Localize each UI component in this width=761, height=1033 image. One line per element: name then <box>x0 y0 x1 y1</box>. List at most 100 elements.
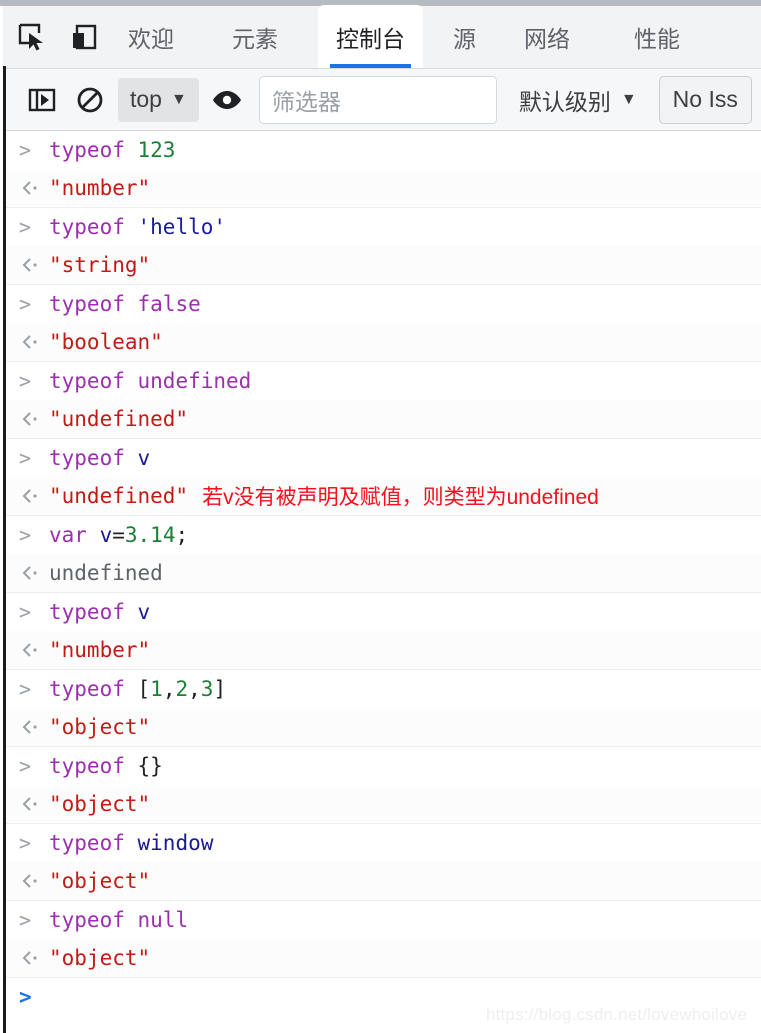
console-command-row[interactable]: > typeof undefined <box>6 362 761 400</box>
result-arrow-icon <box>19 409 49 429</box>
execution-context-value: top <box>130 86 162 112</box>
console-result-row: "undefined" <box>6 400 761 438</box>
console-result-value: "number" <box>49 176 151 200</box>
prompt-caret-icon: > <box>19 677 32 701</box>
console-result-row: undefined <box>6 554 761 592</box>
console-result-value: undefined <box>49 561 163 585</box>
console-command-text: typeof null <box>49 908 189 932</box>
tab-welcome[interactable]: 欢迎 <box>110 5 192 68</box>
console-result-value: "object" <box>49 715 151 739</box>
tab-label: 网络 <box>524 25 570 52</box>
log-level-label: 默认级别 <box>518 88 611 115</box>
tab-label: 性能 <box>634 25 680 52</box>
watermark: https://blog.csdn.net/lovewhoilove <box>485 1005 747 1024</box>
prompt-caret-icon: > <box>19 908 32 932</box>
console-command-text: typeof v <box>49 600 151 624</box>
prompt-caret-icon: > <box>19 985 32 1009</box>
console-entry: > typeof 'hello' "string" <box>6 208 761 285</box>
console-sidebar-icon[interactable] <box>18 76 66 124</box>
tab-sources[interactable]: 源 <box>435 5 494 68</box>
console-command-text: typeof {} <box>49 754 163 778</box>
console-entry: > typeof 123 "number" <box>6 131 761 208</box>
console-command-text: typeof window <box>49 831 214 855</box>
result-arrow-icon <box>19 717 49 737</box>
prompt-caret-icon: > <box>19 369 32 393</box>
prompt-caret-icon: > <box>19 138 32 162</box>
log-level-selector[interactable]: 默认级别 ▼ <box>519 83 637 117</box>
tab-label: 源 <box>453 25 476 52</box>
console-entry: > typeof window "object" <box>6 824 761 901</box>
console-command-row[interactable]: > typeof v <box>6 439 761 477</box>
clear-console-icon[interactable] <box>66 76 114 124</box>
console-command-row[interactable]: > typeof {} <box>6 747 761 785</box>
console-toolbar: top ▼ 筛选器 默认级别 ▼ No Iss <box>6 69 761 131</box>
tab-performance[interactable]: 性能 <box>616 5 698 68</box>
result-arrow-icon <box>19 255 49 275</box>
console-command-row[interactable]: > typeof 123 <box>6 131 761 169</box>
console-result-row: "number" <box>6 631 761 669</box>
tab-network[interactable]: 网络 <box>506 5 588 68</box>
console-entry: > typeof v "undefined" 若v没有被声明及赋值，则类型为undef… <box>6 439 761 516</box>
console-result-row: "undefined" 若v没有被声明及赋值，则类型为undefined <box>6 477 761 515</box>
tab-label: 元素 <box>232 25 278 52</box>
prompt-caret-icon: > <box>19 446 32 470</box>
tab-console[interactable]: 控制台 <box>318 5 423 68</box>
chevron-down-icon: ▼ <box>620 90 637 108</box>
console-command-text: typeof v <box>49 446 151 470</box>
console-command-text: typeof undefined <box>49 369 252 393</box>
console-command-text: var v=3.14; <box>49 523 189 547</box>
inspect-element-icon[interactable] <box>6 5 58 68</box>
console-output[interactable]: > typeof 123 "number" > typeof 'hello' "strin… <box>6 131 761 1033</box>
console-entry: > typeof [1,2,3] "object" <box>6 670 761 747</box>
console-entry: > typeof undefined "undefined" <box>6 362 761 439</box>
console-command-text: typeof 123 <box>49 138 176 162</box>
prompt-caret-icon: > <box>19 523 32 547</box>
filter-input[interactable]: 筛选器 <box>258 75 497 124</box>
issues-button[interactable]: No Iss <box>658 75 752 124</box>
console-result-row: "object" <box>6 862 761 900</box>
console-result-row: "object" <box>6 708 761 746</box>
device-toolbar-icon[interactable] <box>58 5 110 68</box>
execution-context-selector[interactable]: top ▼ <box>118 77 199 122</box>
console-result-value: "object" <box>49 869 151 893</box>
console-result-row: "string" <box>6 246 761 284</box>
console-command-row[interactable]: > typeof v <box>6 593 761 631</box>
console-command-row[interactable]: > typeof null <box>6 901 761 939</box>
annotation-text: 若v没有被声明及赋值，则类型为undefined <box>202 486 599 509</box>
console-entry: > var v=3.14; undefined <box>6 516 761 593</box>
console-result-row: "boolean" <box>6 323 761 361</box>
console-command-row[interactable]: > typeof false <box>6 285 761 323</box>
console-entry: > typeof null "object" <box>6 901 761 978</box>
devtools-tabbar: 欢迎 元素 控制台 源 网络 性能 <box>6 5 761 69</box>
console-result-value: "boolean" <box>49 330 163 354</box>
result-arrow-icon <box>19 794 49 814</box>
tab-elements[interactable]: 元素 <box>214 5 296 68</box>
console-command-text: typeof [1,2,3] <box>49 677 227 701</box>
live-expression-eye-icon[interactable] <box>203 76 251 124</box>
console-result-value: "undefined" <box>49 484 189 508</box>
console-result-value: "number" <box>49 638 151 662</box>
console-command-row[interactable]: > typeof [1,2,3] <box>6 670 761 708</box>
issues-button-label: No Iss <box>672 86 738 112</box>
console-command-row[interactable]: > typeof window <box>6 824 761 862</box>
filter-placeholder: 筛选器 <box>271 88 341 115</box>
console-result-row: "number" <box>6 169 761 207</box>
result-arrow-icon <box>19 486 49 506</box>
prompt-caret-icon: > <box>19 292 32 316</box>
prompt-caret-icon: > <box>19 754 32 778</box>
prompt-caret-icon: > <box>19 831 32 855</box>
console-command-row[interactable]: > typeof 'hello' <box>6 208 761 246</box>
console-result-row: "object" <box>6 939 761 977</box>
console-result-value: "object" <box>49 946 151 970</box>
result-arrow-icon <box>19 563 49 583</box>
console-result-row: "object" <box>6 785 761 823</box>
console-entry: > typeof {} "object" <box>6 747 761 824</box>
result-arrow-icon <box>19 332 49 352</box>
console-result-value: "undefined" <box>49 407 189 431</box>
console-command-text: typeof 'hello' <box>49 215 227 239</box>
prompt-caret-icon: > <box>19 215 32 239</box>
result-arrow-icon <box>19 871 49 891</box>
result-arrow-icon <box>19 948 49 968</box>
console-command-row[interactable]: > var v=3.14; <box>6 516 761 554</box>
console-result-value: "string" <box>49 253 151 277</box>
